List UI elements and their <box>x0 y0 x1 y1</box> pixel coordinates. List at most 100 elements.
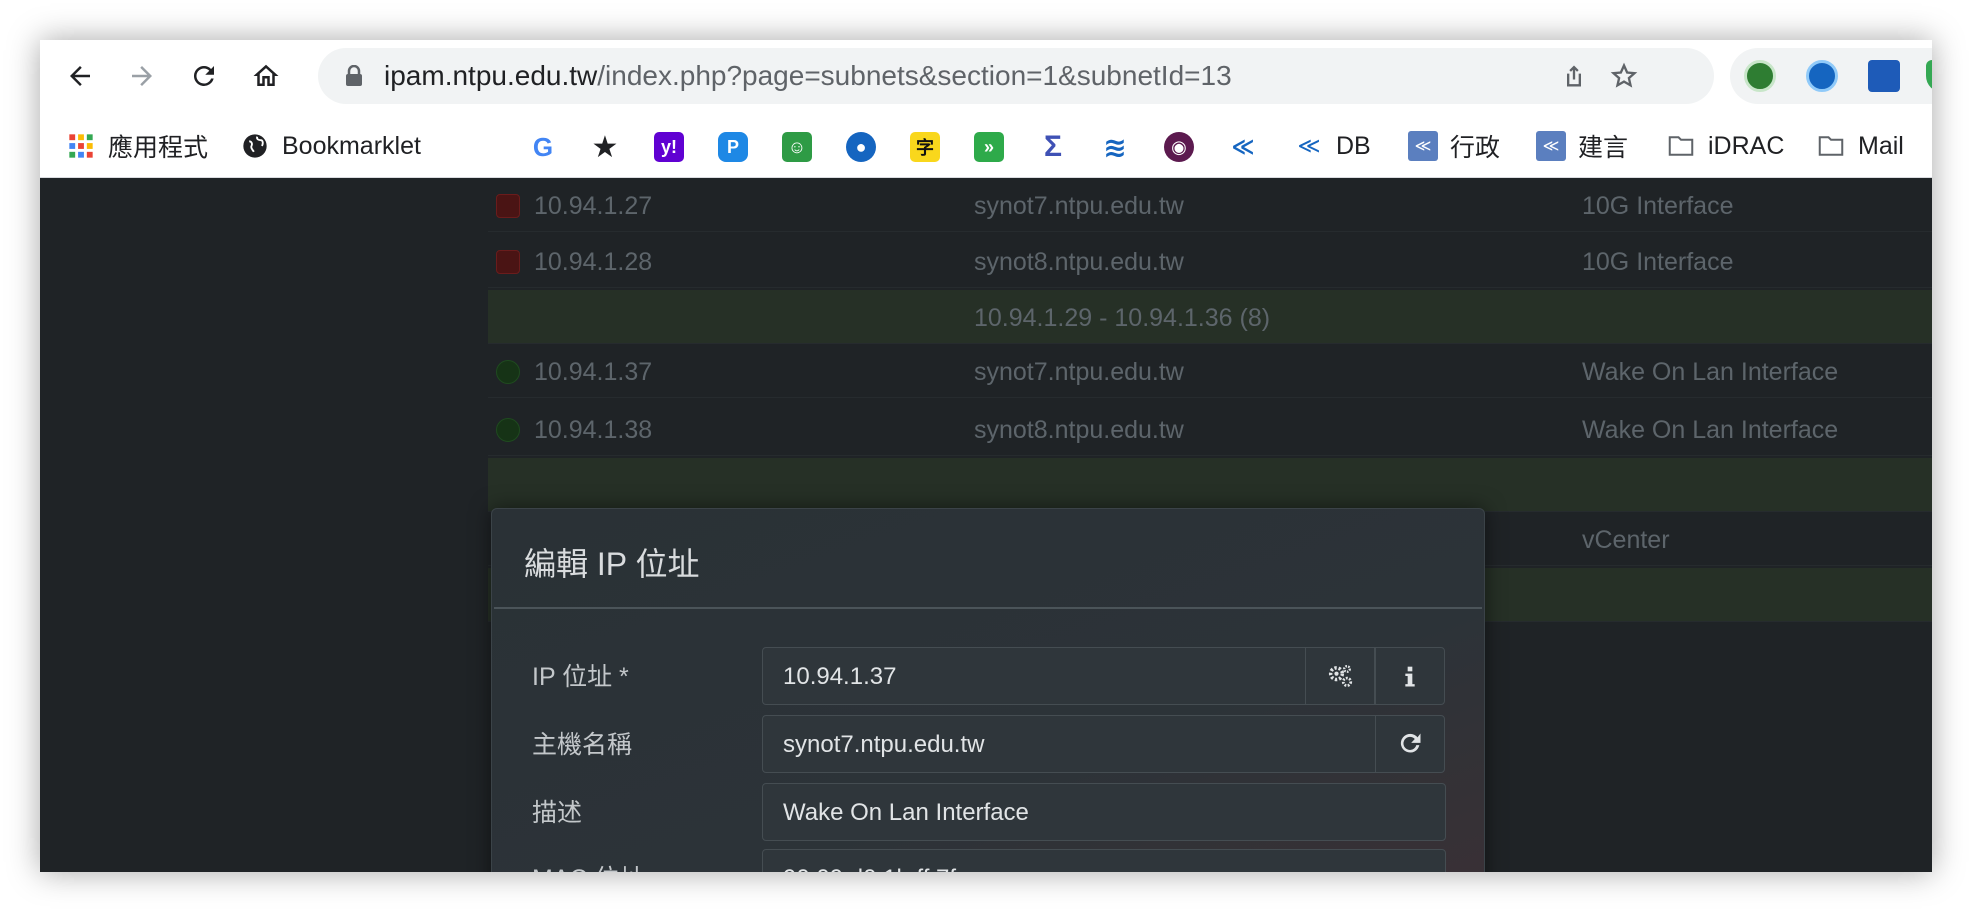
eye-icon[interactable]: ● <box>846 132 876 162</box>
table-row[interactable]: 10.94.1.37 synot7.ntpu.edu.tw Wake On La… <box>488 344 1932 398</box>
home-button[interactable] <box>244 54 288 98</box>
bookmark-mail-label: Mail <box>1858 131 1904 160</box>
share-icon <box>1567 65 1581 87</box>
table-row[interactable]: 10.94.1.27 synot7.ntpu.edu.tw 10G Interf… <box>488 178 1932 232</box>
url-text: ipam.ntpu.edu.tw/index.php?page=subnets&… <box>384 60 1232 92</box>
row-hostname: synot7.ntpu.edu.tw <box>974 192 1184 220</box>
extension-2-icon[interactable] <box>1806 60 1838 92</box>
bookmark-admin[interactable]: ≪ 行政 <box>1408 128 1500 164</box>
status-online-indicator <box>496 418 520 442</box>
url-host: ipam.ntpu.edu.tw <box>384 60 598 91</box>
forward-chevrons-icon[interactable]: » <box>974 132 1004 162</box>
row-ip: 10.94.1.28 <box>534 248 653 276</box>
google-icon[interactable]: G <box>528 132 558 162</box>
row-description: 10G Interface <box>1582 192 1734 220</box>
bookmark-mail-folder[interactable]: Mail <box>1816 128 1904 164</box>
description-input[interactable]: Wake On Lan Interface <box>762 783 1446 841</box>
bookmarks-bar: 應用程式 Bookmarklet G ★ y! P ☺ ● 字 » Σ ≋ ◉ … <box>40 112 1932 178</box>
ip-info-button[interactable] <box>1375 647 1445 705</box>
row-hostname: synot8.ntpu.edu.tw <box>974 416 1184 444</box>
bookmark-star-button[interactable] <box>1608 60 1640 92</box>
folder-icon <box>1816 131 1846 161</box>
bookmark-suggest-label: 建言 <box>1578 134 1629 162</box>
browser-toolbar: ipam.ntpu.edu.tw/index.php?page=subnets&… <box>40 40 1932 112</box>
extension-1-icon[interactable] <box>1744 60 1776 92</box>
row-description: 10G Interface <box>1582 248 1734 276</box>
status-online-indicator <box>496 360 520 384</box>
bookmark-apps-label: 應用程式 <box>108 134 209 162</box>
bookmark-db-label: DB <box>1336 131 1371 160</box>
status-offline-indicator <box>496 250 520 274</box>
back-button[interactable] <box>58 54 102 98</box>
reload-icon <box>193 65 214 86</box>
row-ip: 10.94.1.37 <box>534 358 653 386</box>
share-button[interactable] <box>1558 60 1590 92</box>
url-path: /index.php?page=subnets&section=1&subnet… <box>597 60 1232 91</box>
hostname-input[interactable]: synot7.ntpu.edu.tw <box>762 715 1376 773</box>
star-icon[interactable]: ★ <box>590 131 620 164</box>
modal-title: 編輯 IP 位址 <box>524 546 700 582</box>
seal-logo-icon[interactable]: ◉ <box>1164 132 1194 162</box>
row-ip: 10.94.1.38 <box>534 416 653 444</box>
dictionary-icon[interactable]: 字 <box>910 132 940 162</box>
status-offline-indicator <box>496 194 520 218</box>
free-range-row[interactable] <box>488 458 1932 512</box>
hostname-refresh-button[interactable] <box>1375 715 1445 773</box>
ip-address-label: IP 位址 * <box>532 663 629 691</box>
hostname-label: 主機名稱 <box>532 731 633 759</box>
bookmark-admin-label: 行政 <box>1450 134 1501 162</box>
ntpu-logo-icon[interactable]: ≪ <box>1228 132 1258 162</box>
home-icon <box>253 64 279 86</box>
refresh-icon <box>1400 733 1421 753</box>
forward-button[interactable] <box>120 54 164 98</box>
mac-address-label: MAC 位址 <box>532 859 645 872</box>
shield-extension-icon[interactable] <box>1926 60 1932 92</box>
ntpu-db-logo-icon: ≪ <box>1297 133 1321 158</box>
bookmark-bookmarklet-label: Bookmarklet <box>282 131 421 160</box>
folder-icon <box>1666 131 1696 161</box>
p-app-icon[interactable]: P <box>718 132 748 162</box>
ntpu-admin-logo-icon: ≪ <box>1408 131 1438 161</box>
yahoo-icon[interactable]: y! <box>654 132 684 162</box>
ip-settings-button[interactable] <box>1305 647 1375 705</box>
free-range-row[interactable]: 10.94.1.29 - 10.94.1.36 (8) <box>488 290 1932 344</box>
bookmark-suggest[interactable]: ≪ 建言 <box>1536 128 1628 164</box>
row-description: Wake On Lan Interface <box>1582 358 1839 386</box>
description-label: 描述 <box>532 799 583 827</box>
apps-grid-icon <box>66 131 96 161</box>
browser-window: ipam.ntpu.edu.tw/index.php?page=subnets&… <box>40 40 1932 872</box>
forward-arrow-icon <box>132 66 152 86</box>
ntpu-suggest-logo-icon: ≪ <box>1536 131 1566 161</box>
ip-address-input[interactable]: 10.94.1.37 <box>762 647 1306 705</box>
bookmark-idrac-folder[interactable]: iDRAC <box>1666 128 1784 164</box>
row-hostname: synot8.ntpu.edu.tw <box>974 248 1184 276</box>
edit-ip-modal: 編輯 IP 位址 IP 位址 * 10.94.1.37 主機名稱 synot7.… <box>491 508 1485 872</box>
sigma-icon[interactable]: Σ <box>1038 130 1068 163</box>
reload-button[interactable] <box>182 54 226 98</box>
table-row[interactable]: 10.94.1.28 synot8.ntpu.edu.tw 10G Interf… <box>488 234 1932 288</box>
page-content: 10.94.1.27 synot7.ntpu.edu.tw 10G Interf… <box>40 178 1932 872</box>
row-description: Wake On Lan Interface <box>1582 416 1839 444</box>
bookmark-idrac-label: iDRAC <box>1708 131 1785 160</box>
mac-address-input[interactable]: 90:09:d0:1b:ff:7f <box>762 849 1446 872</box>
row-description: vCenter <box>1582 526 1670 554</box>
globe-icon <box>240 131 270 161</box>
bookmark-bookmarklet[interactable]: Bookmarklet <box>240 128 421 164</box>
modal-divider <box>494 607 1482 609</box>
star-outline-icon <box>1610 62 1638 88</box>
stripes-logo-icon[interactable]: ≋ <box>1100 132 1130 163</box>
row-ip: 10.94.1.27 <box>534 192 653 220</box>
row-hostname: synot7.ntpu.edu.tw <box>974 358 1184 386</box>
address-bar[interactable]: ipam.ntpu.edu.tw/index.php?page=subnets&… <box>318 48 1714 104</box>
extension-3-icon[interactable] <box>1868 60 1900 92</box>
bookmark-apps[interactable]: 應用程式 <box>66 128 208 164</box>
back-arrow-icon <box>70 66 90 86</box>
bookmark-db[interactable]: ≪ DB <box>1294 128 1371 164</box>
info-icon <box>1405 666 1415 687</box>
table-row[interactable]: 10.94.1.38 synot8.ntpu.edu.tw Wake On La… <box>488 402 1932 456</box>
free-range-text: 10.94.1.29 - 10.94.1.36 (8) <box>974 304 1271 332</box>
lock-icon <box>346 65 362 86</box>
gears-icon <box>1328 665 1353 687</box>
food-icon[interactable]: ☺ <box>782 132 812 162</box>
extensions-area <box>1730 48 1932 104</box>
